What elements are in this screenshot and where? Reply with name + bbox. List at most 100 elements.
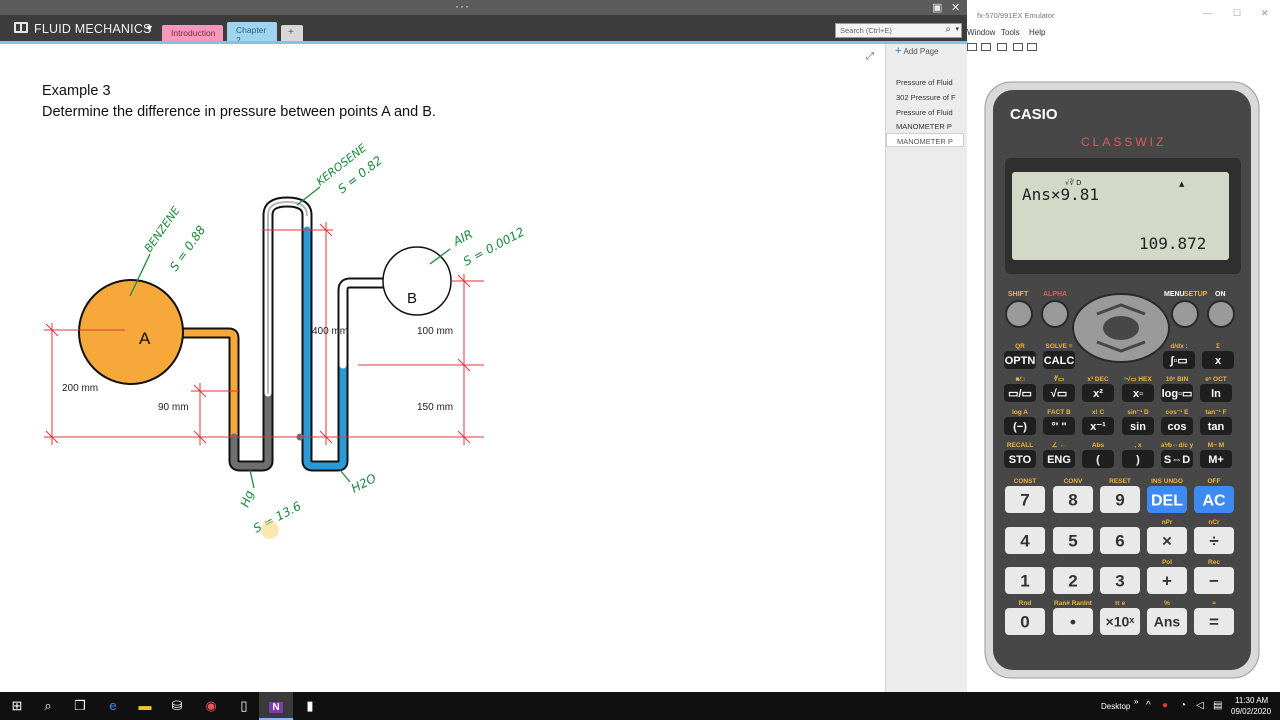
volume-icon[interactable]: ◁ bbox=[1196, 700, 1204, 711]
key-label: Ans bbox=[1154, 614, 1181, 630]
key-label: (−) bbox=[1013, 421, 1027, 433]
clock-date[interactable]: 09/02/2020 bbox=[1231, 707, 1271, 716]
key-shift-label: Rnd bbox=[1019, 600, 1032, 607]
file-explorer-icon[interactable]: ▬ bbox=[128, 692, 162, 720]
key-shift-label: π e bbox=[1115, 600, 1126, 607]
key-label: 6 bbox=[1115, 532, 1124, 551]
key-label: sin bbox=[1130, 421, 1146, 433]
key-shift-label: ∛▭ bbox=[1054, 374, 1065, 383]
point-b-label: B bbox=[407, 290, 417, 307]
page-item-selected[interactable]: MANOMETER P bbox=[886, 133, 964, 147]
close-icon[interactable]: ✕ bbox=[951, 1, 960, 14]
key-label: √▭ bbox=[1051, 388, 1067, 400]
shift-key bbox=[1005, 300, 1033, 328]
phone-app-icon[interactable]: ▯ bbox=[227, 692, 261, 720]
wifi-icon[interactable]: ◔ bbox=[1180, 700, 1186, 711]
chrome-icon[interactable]: ◉ bbox=[194, 692, 228, 720]
network-alert-icon[interactable]: ● bbox=[1162, 700, 1168, 711]
key-label: ∫▫▭ bbox=[1169, 355, 1187, 367]
key-label: S⇔D bbox=[1164, 454, 1190, 466]
task-view-icon[interactable]: ❐ bbox=[63, 692, 97, 720]
clock-time[interactable]: 11:30 AM bbox=[1235, 696, 1268, 705]
key-shift-label: nPr bbox=[1162, 519, 1173, 526]
plus-icon: + bbox=[895, 45, 902, 57]
key-shift-label: x³ DEC bbox=[1087, 376, 1109, 383]
benzene-gravity-note: S = 0.88 bbox=[167, 223, 209, 274]
key-shift-label: FACT B bbox=[1047, 409, 1071, 416]
chevron-down-icon[interactable]: ▾ bbox=[955, 25, 959, 33]
screen: ··· ▣ ✕ FLUID MECHANICS ▼ Introduction C… bbox=[0, 0, 1280, 720]
page-item[interactable]: MANOMETER P bbox=[886, 119, 964, 133]
onenote-taskbar-icon[interactable]: N bbox=[259, 692, 293, 720]
menu-label: MENU bbox=[1164, 291, 1185, 298]
air-note: AIR bbox=[450, 227, 475, 249]
full-screen-icon[interactable]: ▣ bbox=[932, 1, 942, 14]
chevron-right-icon[interactable]: » bbox=[1134, 697, 1138, 706]
on-label: ON bbox=[1215, 291, 1226, 298]
key-label: 9 bbox=[1115, 491, 1124, 510]
key-shift-label: eˣ OCT bbox=[1205, 376, 1227, 383]
dim-200mm: 200 mm bbox=[62, 383, 98, 394]
key-shift-label: CONST bbox=[1014, 478, 1037, 485]
store-icon[interactable]: ⛁ bbox=[160, 692, 194, 720]
add-page-button[interactable]: + Add Page bbox=[895, 45, 939, 57]
taskbar: ⊞ ⌕ ❐ e ▬ ⛁ ◉ ▯ N ▮ Desktop » ^ ● ◔ ◁ ▤ … bbox=[0, 692, 1280, 720]
cursor-highlight bbox=[261, 521, 279, 539]
dim-400mm: 400 mm bbox=[312, 326, 348, 337]
chevron-up-icon[interactable]: ^ bbox=[1146, 700, 1151, 711]
key-label: ×10ˣ bbox=[1106, 614, 1136, 630]
search-icon[interactable]: ⌕ bbox=[31, 692, 65, 720]
key-shift-label: ⁿ√▭ HEX bbox=[1124, 375, 1152, 383]
key-shift-label: d/dx : bbox=[1170, 343, 1187, 350]
model-label: CLASSWIZ bbox=[1081, 135, 1166, 149]
brand-label: CASIO bbox=[1010, 106, 1058, 123]
key-label: M+ bbox=[1208, 454, 1224, 466]
on-key bbox=[1207, 300, 1235, 328]
emulator-taskbar-icon[interactable]: ▮ bbox=[293, 692, 327, 720]
key-label: 0 bbox=[1020, 613, 1029, 632]
page-item[interactable]: Pressure of Fluid bbox=[886, 75, 964, 89]
key-label: 2 bbox=[1068, 572, 1077, 591]
add-page-label: Add Page bbox=[903, 47, 939, 56]
key-label: cos bbox=[1168, 421, 1187, 433]
key-shift-label: nCr bbox=[1208, 519, 1220, 526]
key-shift-label: Ran# RanInt bbox=[1054, 600, 1093, 607]
key-label: 5 bbox=[1068, 532, 1077, 551]
key-label: 3 bbox=[1115, 572, 1124, 591]
onenote-window: ··· ▣ ✕ FLUID MECHANICS ▼ Introduction C… bbox=[0, 0, 967, 692]
key-shift-label: RECALL bbox=[1007, 442, 1033, 449]
language-icon[interactable]: ▤ bbox=[1213, 700, 1222, 711]
key-label: ENG bbox=[1047, 454, 1071, 466]
key-shift-label: , x bbox=[1134, 442, 1142, 449]
key-label: ▭/▭ bbox=[1008, 388, 1032, 400]
search-icon[interactable]: ⌕ bbox=[945, 24, 951, 35]
key-shift-label: % bbox=[1164, 600, 1170, 607]
key-shift-label: SOLVE = bbox=[1045, 343, 1072, 350]
page-item[interactable]: Pressure of Fluid bbox=[886, 105, 964, 119]
benzene-note: BENZENE bbox=[142, 204, 183, 254]
key-shift-label: ∠ ← bbox=[1052, 441, 1066, 449]
key-label: x▫ bbox=[1133, 388, 1143, 400]
key-shift-label: Σ bbox=[1216, 343, 1220, 350]
point-a-label: A bbox=[139, 329, 151, 348]
display-input: Ans×9.81 bbox=[1022, 185, 1099, 204]
key-label: log▫▭ bbox=[1162, 388, 1193, 400]
dim-150mm: 150 mm bbox=[417, 402, 453, 413]
key-label: AC bbox=[1202, 492, 1226, 509]
key-label: °' " bbox=[1051, 421, 1066, 433]
key-shift-label: ≈ bbox=[1212, 600, 1216, 607]
page-item[interactable]: 302 Pressure of F bbox=[886, 90, 964, 104]
key-label: STO bbox=[1009, 454, 1032, 466]
key-shift-label: Abs bbox=[1092, 442, 1105, 449]
desktop-label[interactable]: Desktop bbox=[1101, 702, 1130, 711]
key-label: OPTN bbox=[1005, 355, 1036, 367]
manometer-diagram: A B 200 mm 90 mm 400 mm 100 mm 150 mm BE… bbox=[44, 141, 527, 539]
key-label: x bbox=[1215, 355, 1222, 367]
edge-icon[interactable]: e bbox=[96, 692, 130, 720]
setup-label: SETUP bbox=[1184, 291, 1208, 298]
windows-start-icon[interactable]: ⊞ bbox=[0, 692, 34, 720]
key-label: ln bbox=[1211, 388, 1221, 400]
key-shift-label: OFF bbox=[1208, 478, 1221, 485]
key-label: x⁻¹ bbox=[1090, 421, 1106, 433]
key-shift-label: ■⁄□ bbox=[1016, 376, 1025, 383]
